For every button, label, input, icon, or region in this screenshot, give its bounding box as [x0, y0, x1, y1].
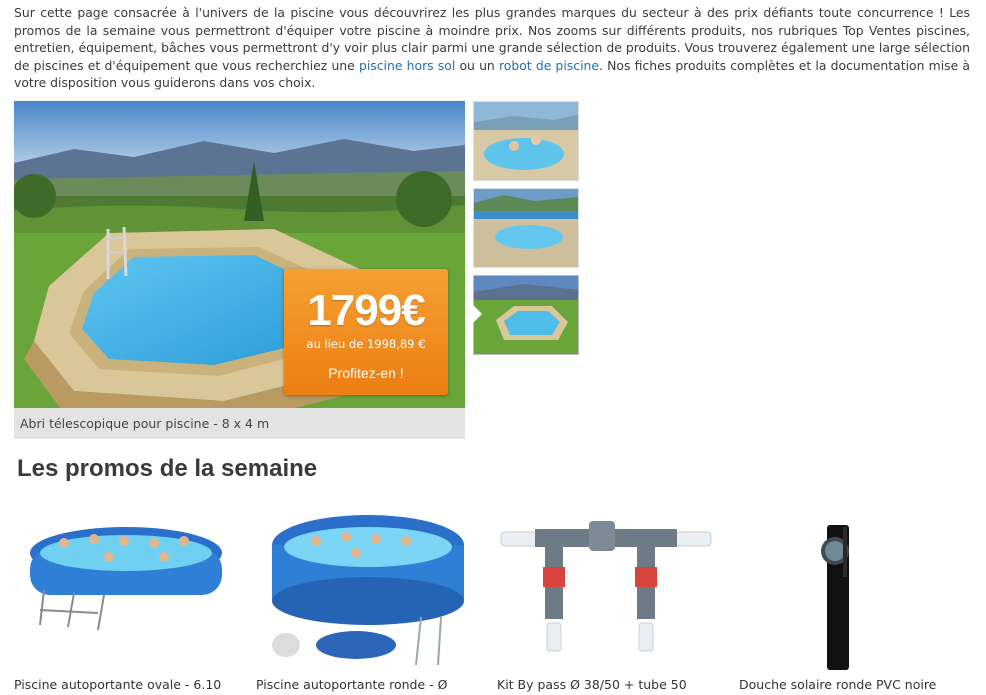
thumb-image-1 [474, 102, 578, 180]
product-image-oval-pool [30, 527, 222, 631]
product-name[interactable]: Piscine autoportante ronde - Ø [256, 677, 496, 692]
link-robot-de-piscine[interactable]: robot de piscine [499, 58, 599, 73]
slider-thumbnail-2[interactable] [473, 188, 579, 268]
price-promo-box[interactable]: 1799€ au lieu de 1998,89 € Profitez-en ! [284, 269, 448, 395]
product-card-4[interactable]: Douche solaire ronde PVC noire [739, 505, 971, 695]
section-title-promos: Les promos de la semaine [17, 455, 318, 482]
product-image-bypass-kit [500, 521, 712, 652]
thumb-active-arrow [473, 305, 482, 323]
promo-price: 1799€ [307, 286, 425, 335]
product-image-solar-shower [821, 525, 849, 670]
product-card-1[interactable]: Piscine autoportante ovale - 6.10 [14, 505, 246, 695]
slider-thumbnail-3[interactable] [473, 275, 579, 355]
promo-old-price: au lieu de 1998,89 € [306, 337, 426, 351]
link-piscine-hors-sol[interactable]: piscine hors sol [359, 58, 455, 73]
product-name[interactable]: Douche solaire ronde PVC noire [739, 677, 979, 692]
intro-paragraph: Sur cette page consacrée à l'univers de … [14, 4, 970, 92]
product-image-round-pool [272, 515, 464, 666]
promo-cta-button[interactable]: Profitez-en ! [284, 365, 448, 381]
product-name[interactable]: Kit By pass Ø 38/50 + tube 50 [497, 677, 737, 692]
slider-caption: Abri télescopique pour piscine - 8 x 4 m [14, 408, 465, 439]
slider-thumbnail-1[interactable] [473, 101, 579, 181]
product-card-2[interactable]: Piscine autoportante ronde - Ø [256, 505, 488, 695]
product-card-3[interactable]: Kit By pass Ø 38/50 + tube 50 [497, 505, 729, 695]
thumb-image-3 [474, 276, 578, 354]
thumb-image-2 [474, 189, 578, 267]
intro-text-2: ou un [455, 57, 499, 73]
product-name[interactable]: Piscine autoportante ovale - 6.10 [14, 677, 254, 692]
slider-main-image[interactable]: 1799€ au lieu de 1998,89 € Profitez-en !… [14, 101, 465, 439]
